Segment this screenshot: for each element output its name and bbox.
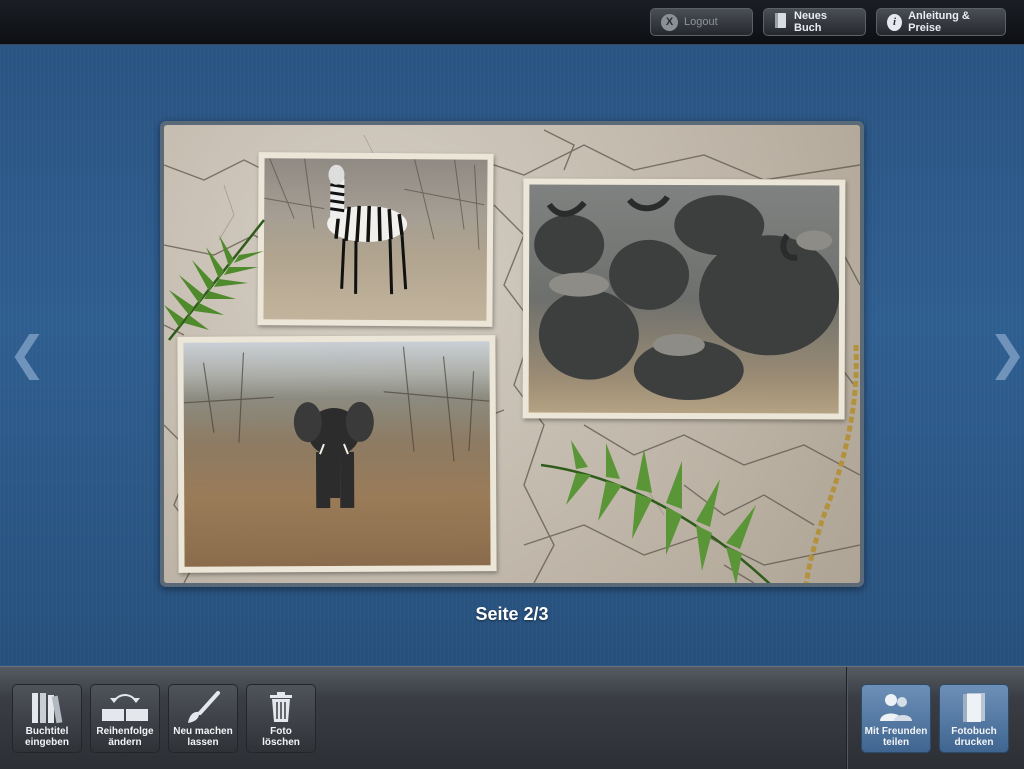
guide-prices-button[interactable]: i Anleitung & Preise [876,8,1006,36]
book-icon [774,12,788,32]
new-book-button[interactable]: Neues Buch [763,8,866,36]
friends-icon [878,691,914,726]
logout-label: Logout [684,16,718,28]
swap-icon [100,691,150,728]
change-order-button[interactable]: Reihenfolge ändern [90,684,160,753]
print-photobook-label-1: Fotobuch [951,726,997,737]
guide-prices-label: Anleitung & Preise [908,10,995,34]
bottom-toolbar: Buchtitel eingeben Reihenfolge ändern Ne… [0,666,1024,769]
redo-button[interactable]: Neu machen lassen [168,684,238,753]
photo-buffalo[interactable] [523,178,846,419]
photo-zebra[interactable] [257,152,493,327]
zebra-image [263,158,487,321]
top-bar: X Logout Neues Buch i Anleitung & Preise [0,0,1024,45]
photobook-icon [959,691,989,726]
toolbar-divider [846,667,847,769]
delete-photo-button[interactable]: Foto löschen [246,684,316,753]
buffalo-image [529,184,840,413]
logout-button[interactable]: X Logout [650,8,753,36]
page-canvas [164,125,860,583]
info-icon: i [887,14,902,31]
change-order-label-2: ändern [108,737,141,748]
brush-icon [186,691,220,728]
share-with-friends-label-2: teilen [883,737,909,748]
enter-book-title-button[interactable]: Buchtitel eingeben [12,684,82,753]
x-icon: X [661,14,678,31]
fern-decoration-left [164,215,274,345]
books-icon [30,691,64,728]
next-page-arrow[interactable]: ❯ [988,330,1024,376]
previous-page-arrow[interactable]: ❮ [8,330,47,376]
print-photobook-button[interactable]: Fotobuch drucken [939,684,1009,753]
trash-icon [268,691,294,726]
delete-photo-label-2: löschen [262,737,300,748]
enter-book-title-label-2: eingeben [25,737,69,748]
elephant-image [183,341,490,567]
share-with-friends-label-1: Mit Freunden [865,726,928,737]
photobook-page[interactable] [160,121,864,587]
page-indicator: Seite 2/3 [0,604,1024,625]
delete-photo-label-1: Foto [270,726,292,737]
fern-decoration-right [536,435,776,583]
print-photobook-label-2: drucken [955,737,994,748]
share-with-friends-button[interactable]: Mit Freunden teilen [861,684,931,753]
rope-decoration [804,345,860,583]
redo-label-2: lassen [187,737,218,748]
new-book-label: Neues Buch [794,10,855,34]
photo-elephant[interactable] [177,335,496,573]
